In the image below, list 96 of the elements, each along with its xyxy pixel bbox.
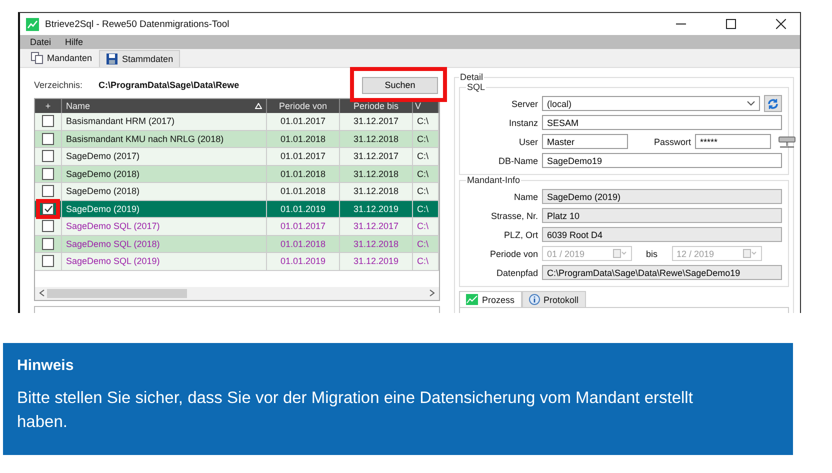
table-cell: C:\ [413,113,439,130]
field-label: User [518,136,538,146]
table-cell: 01.01.2017 [267,113,340,130]
menu-item[interactable]: Hilfe [65,37,84,47]
table-cell: 01.01.2018 [267,236,340,252]
tab[interactable]: Protokoll [522,291,586,307]
input-field[interactable]: 6039 Root D4 [542,227,782,242]
table-cell: 01.01.2019 [267,253,340,270]
table-cell: C:\ [413,236,439,252]
table-cell: C:\ [413,253,439,270]
table-cell: 01.01.2018 [267,183,340,200]
table-cell: 01.01.2018 [267,166,340,182]
table-cell: 31.12.2017 [340,148,413,164]
field-label: PLZ, Ort [502,230,538,240]
hint-text: Bitte stellen Sie sicher, dass Sie vor der Migration eine Datensicherung vom Mandant erstellt haben. [17,388,694,433]
refresh-icon [767,98,779,110]
calendar-icon [613,249,627,258]
input-field[interactable]: Master [542,134,628,149]
window-title: Btrieve2Sql - Rewe50 Datenmigrations-Tool [45,18,230,30]
group-title: Mandant-Info [466,175,522,185]
table-cell: C:\ [413,218,439,234]
menu-item[interactable]: Datei [30,37,52,47]
checkbox[interactable] [42,150,54,162]
table-cell: SageDemo SQL (2017) [62,218,267,234]
checkbox[interactable] [42,220,54,232]
table-cell: 01.01.2019 [267,200,340,217]
table-cell: C:\ [413,148,439,164]
table-cell: 31.12.2018 [340,166,413,182]
refresh-button[interactable] [764,95,782,112]
field-label: Instanz [508,118,538,128]
group-title: SQL [466,82,486,92]
directory-path: C:\ProgramData\Sage\Data\Rewe [98,80,240,90]
field-label: Server [510,98,538,108]
field-label: Passwort [654,136,692,146]
hint-title: Hinweis [17,357,75,374]
table-cell: SageDemo (2018) [62,166,267,182]
scroll-left-icon[interactable] [39,289,45,297]
field-label: bis [646,248,658,258]
table-cell: SageDemo (2017) [62,148,267,164]
input-field[interactable]: SageDemo (2019) [542,189,782,204]
calendar-icon [742,249,757,258]
checkbox[interactable] [42,185,54,198]
close-icon[interactable] [776,19,786,29]
field-label: Datenpfad [495,268,538,278]
table-cell: 31.12.2018 [340,236,413,252]
sort-icon [255,103,262,109]
checkbox[interactable] [42,132,54,145]
check-icon [44,204,52,213]
table-cell: Basismandant HRM (2017) [62,113,267,130]
table-cell: 01.01.2018 [267,130,340,147]
input-field[interactable]: C:\ProgramData\Sage\Data\Rewe\SageDemo19 [542,265,782,280]
input-field[interactable]: SageDemo19 [542,153,782,168]
field-label: Strasse, Nr. [490,210,538,220]
checkbox[interactable] [42,238,54,250]
checkbox[interactable] [42,168,54,180]
table-cell: C:\ [413,166,439,182]
field-label: Periode von [488,248,538,258]
table-cell: Basismandant KMU nach NRLG (2018) [62,130,267,147]
pages-icon [31,52,43,64]
table-cell: SageDemo (2019) [62,200,267,217]
table-cell: 31.12.2017 [340,218,413,234]
table-cell: C:\ [413,200,439,217]
table-cell: 01.01.2017 [267,218,340,234]
table-cell: SageDemo SQL (2019) [62,253,267,270]
tab[interactable]: Prozess [459,291,522,307]
info-icon [528,294,540,305]
table-cell: 31.12.2018 [340,130,413,147]
search-button[interactable]: Suchen [362,76,438,94]
group-title: Detail [459,72,484,82]
checkbox[interactable] [42,255,54,268]
input-field[interactable]: Platz 10 [542,208,782,223]
table-cell: C:\ [413,130,439,147]
table-cell: SageDemo (2018) [62,183,267,200]
scroll-right-icon[interactable] [429,289,435,297]
chart-icon [26,18,39,30]
field-label: DB-Name [497,156,538,166]
chart-icon [466,294,478,305]
input-field[interactable]: SESAM [542,115,782,130]
table-cell: C:\ [413,183,439,200]
directory-label: Verzeichnis: [34,80,83,90]
maximize-icon[interactable] [726,19,736,29]
horizontal-scrollbar[interactable] [35,286,439,300]
checkbox[interactable] [42,202,54,215]
chevron-down-icon [747,101,755,106]
password-field[interactable]: ***** [695,134,772,149]
checkbox[interactable] [42,115,54,128]
table-cell: 31.12.2017 [340,113,413,130]
table-cell: SageDemo SQL (2018) [62,236,267,252]
table-cell: 31.12.2019 [340,253,413,270]
network-drive-icon[interactable] [777,134,798,148]
server-dropdown[interactable]: (local) [542,96,760,111]
table-cell: 31.12.2018 [340,183,413,200]
table-cell: 01.01.2017 [267,148,340,164]
field-label: Name [512,192,538,202]
table-cell: 31.12.2019 [340,200,413,217]
tab[interactable]: Stammdaten [99,50,180,67]
